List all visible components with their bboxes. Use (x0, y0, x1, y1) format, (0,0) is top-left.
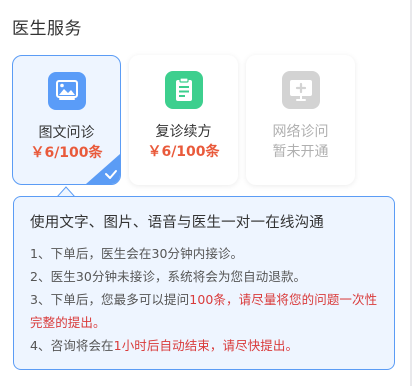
rule-item: 3、下单后，您最多可以提问100条，请尽量将您的问题一次性完整的提出。 (30, 288, 380, 334)
service-price: ￥6/100条 (147, 144, 220, 160)
rule-text: 3、下单后，您最多可以提问 (30, 292, 190, 307)
service-label: 网络诊问 (272, 124, 329, 140)
doctor-service-page: 医生服务 图文问诊 ￥6/100条 复诊续方 ￥6/100条 网络诊问 暂未开通… (0, 0, 414, 386)
rule-item: 4、咨询将会在1小时后自动结束，请尽快提出。 (30, 334, 380, 357)
video-consult-icon (281, 71, 320, 109)
rule-item: 2、医生30分钟未接诊，系统将会为您自动退款。 (30, 265, 380, 288)
prescription-icon (164, 71, 203, 109)
rule-text: 1、下单后，医生会在30分钟内接诊。 (30, 246, 244, 261)
info-title: 使用文字、图片、语音与医生一对一在线沟通 (30, 215, 324, 231)
selected-check-icon (86, 154, 120, 184)
service-cards: 图文问诊 ￥6/100条 复诊续方 ￥6/100条 网络诊问 暂未开通 (12, 55, 356, 185)
rule-highlight: 1小时后自动结束，请尽快提出。 (113, 338, 299, 353)
service-card-image-consult[interactable]: 图文问诊 ￥6/100条 (12, 55, 121, 185)
service-status: 暂未开通 (272, 144, 329, 160)
rule-text: 2、医生30分钟未接诊，系统将会为您自动退款。 (30, 269, 307, 284)
rule-item: 1、下单后，医生会在30分钟内接诊。 (30, 242, 380, 265)
service-label: 复诊续方 (155, 124, 212, 140)
service-card-follow-up[interactable]: 复诊续方 ￥6/100条 (129, 55, 238, 185)
image-chat-icon (47, 72, 86, 110)
service-info-panel: 使用文字、图片、语音与医生一对一在线沟通 1、下单后，医生会在30分钟内接诊。 … (13, 196, 395, 370)
scroll-edge (410, 0, 412, 386)
service-card-video-consult[interactable]: 网络诊问 暂未开通 (246, 55, 355, 185)
service-label: 图文问诊 (38, 125, 95, 141)
rule-text: 4、咨询将会在 (30, 338, 114, 353)
section-title: 医生服务 (12, 19, 82, 39)
